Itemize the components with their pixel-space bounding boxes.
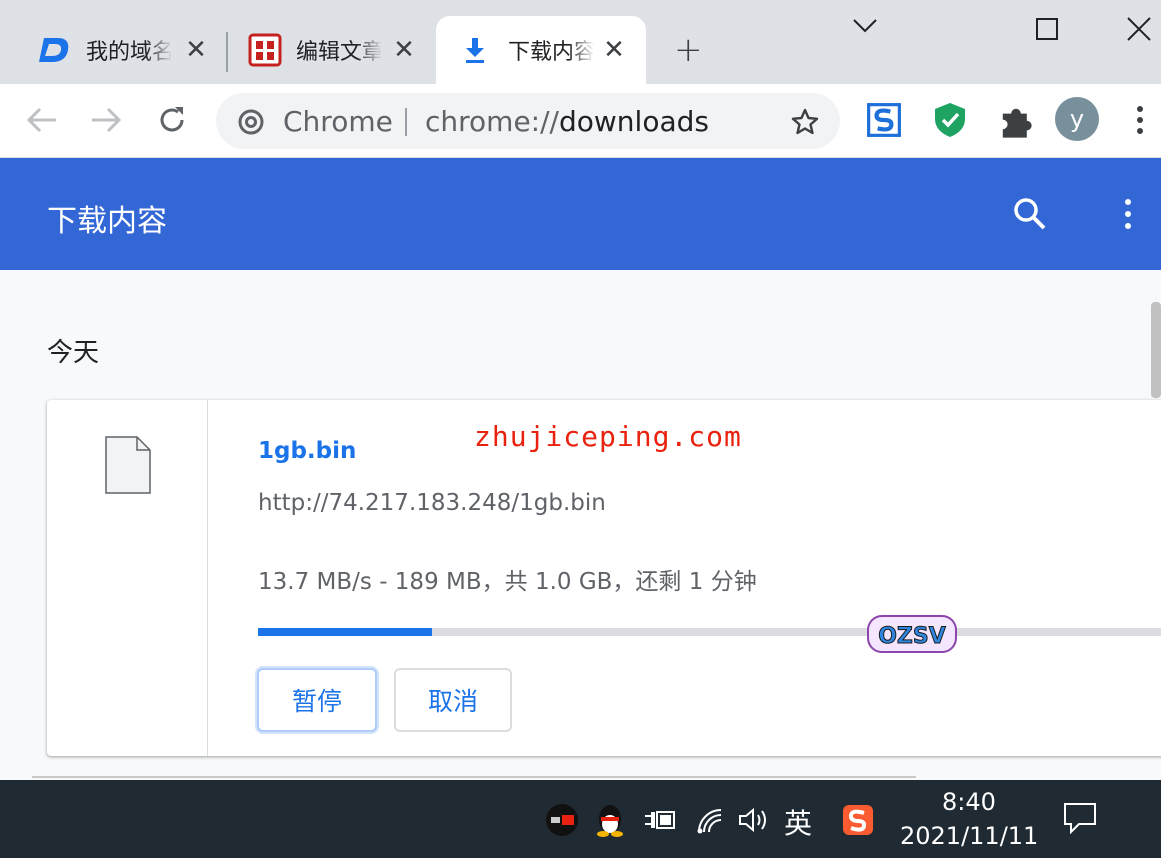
tab-label: 编辑文章 xyxy=(296,40,382,65)
url-text[interactable]: chrome://downloads xyxy=(425,105,709,138)
input-language-indicator[interactable]: 英 xyxy=(784,802,812,842)
new-tab-button[interactable]: + xyxy=(674,30,703,70)
browser-toolbar: Chrome chrome://downloads y xyxy=(0,84,1161,158)
chrome-logo-icon xyxy=(238,109,264,135)
watermark-text: zhujiceping.com xyxy=(474,420,742,453)
cancel-button[interactable]: 取消 xyxy=(394,668,512,732)
d-logo-icon xyxy=(39,38,69,62)
star-icon[interactable] xyxy=(790,107,820,137)
scheme-chip: Chrome xyxy=(283,105,393,138)
omnibox-divider xyxy=(405,108,407,136)
kebab-menu-icon[interactable] xyxy=(1132,104,1148,136)
notification-button[interactable] xyxy=(1062,800,1098,836)
wifi-signal-icon xyxy=(697,809,722,834)
svg-text:OZSV: OZSV xyxy=(878,624,946,649)
avatar[interactable]: y xyxy=(1055,97,1099,141)
tab-strip: 我的域名 ✕ 编辑文章 ✕ 下载内容 ✕ + xyxy=(0,0,1161,84)
penguin-icon xyxy=(597,805,623,837)
sogou-ime-icon[interactable] xyxy=(840,802,876,838)
arrow-right-icon xyxy=(92,107,122,133)
tab-edit-article[interactable]: 编辑文章 ✕ xyxy=(232,16,432,84)
cancel-label: 取消 xyxy=(427,687,478,716)
close-icon[interactable]: ✕ xyxy=(184,35,208,65)
seal-logo-icon xyxy=(248,33,282,67)
reload-button[interactable] xyxy=(154,102,190,138)
section-date-heading: 今天 xyxy=(47,338,100,368)
wifi-icon[interactable] xyxy=(692,802,728,838)
battery-plug-icon xyxy=(645,811,675,829)
maximize-icon[interactable] xyxy=(1036,18,1058,40)
taskbar: 英 8:40 2021/11/11 xyxy=(0,780,1161,858)
tab-divider xyxy=(226,32,228,72)
forward-button[interactable] xyxy=(88,102,124,138)
clock-date[interactable]: 2021/11/11 xyxy=(900,822,1038,850)
shield-check-icon[interactable] xyxy=(932,102,968,138)
file-icon xyxy=(105,436,151,494)
chevron-down-icon[interactable] xyxy=(852,18,878,34)
app-logo-icon xyxy=(546,804,578,836)
tab-label: 我的域名 xyxy=(86,40,172,65)
card-divider xyxy=(207,400,208,756)
download-item: 1gb.bin http://74.217.183.248/1gb.bin 13… xyxy=(47,400,1161,756)
close-icon[interactable]: ✕ xyxy=(392,35,416,65)
avatar-initial: y xyxy=(1069,105,1085,133)
more-options-icon[interactable] xyxy=(1108,194,1148,234)
speaker-icon xyxy=(739,807,766,833)
app-tray-icon[interactable] xyxy=(544,802,580,838)
pause-button[interactable]: 暂停 xyxy=(257,668,377,732)
volume-icon[interactable] xyxy=(736,802,772,838)
file-name-link[interactable]: 1gb.bin xyxy=(258,438,356,464)
puzzle-icon[interactable] xyxy=(998,104,1034,140)
file-url-link[interactable]: http://74.217.183.248/1gb.bin xyxy=(258,490,606,516)
progress-bar xyxy=(258,628,1161,636)
clock-time[interactable]: 8:40 xyxy=(942,788,996,816)
back-button[interactable] xyxy=(24,102,60,138)
speech-bubble-icon xyxy=(1064,803,1096,834)
arrow-left-icon xyxy=(26,107,56,133)
s-extension-icon[interactable] xyxy=(866,102,902,138)
search-icon[interactable] xyxy=(1010,194,1050,234)
progress-fill xyxy=(258,628,432,636)
url-prefix: chrome:// xyxy=(425,105,559,138)
tab-label: 下载内容 xyxy=(508,40,594,65)
close-window-icon[interactable] xyxy=(1126,16,1152,42)
tab-domains[interactable]: 我的域名 ✕ xyxy=(22,16,222,84)
download-icon xyxy=(466,38,484,63)
reload-icon xyxy=(160,107,184,132)
pause-label: 暂停 xyxy=(291,687,342,716)
divider xyxy=(32,776,916,778)
sogou-s-icon xyxy=(843,805,873,835)
tab-downloads[interactable]: 下载内容 ✕ xyxy=(436,16,646,84)
downloads-header: 下载内容 xyxy=(0,158,1161,270)
power-plug-icon[interactable] xyxy=(642,802,678,838)
address-bar[interactable]: Chrome chrome://downloads xyxy=(216,93,840,149)
download-status: 13.7 MB/s - 189 MB，共 1.0 GB，还剩 1 分钟 xyxy=(258,569,757,595)
close-icon[interactable]: ✕ xyxy=(602,35,626,65)
ozsv-logo-icon: OZSV xyxy=(867,615,957,653)
qq-icon[interactable] xyxy=(592,802,628,838)
url-host: downloads xyxy=(558,105,709,138)
scrollbar[interactable] xyxy=(1151,302,1161,398)
page-title: 下载内容 xyxy=(47,204,167,239)
